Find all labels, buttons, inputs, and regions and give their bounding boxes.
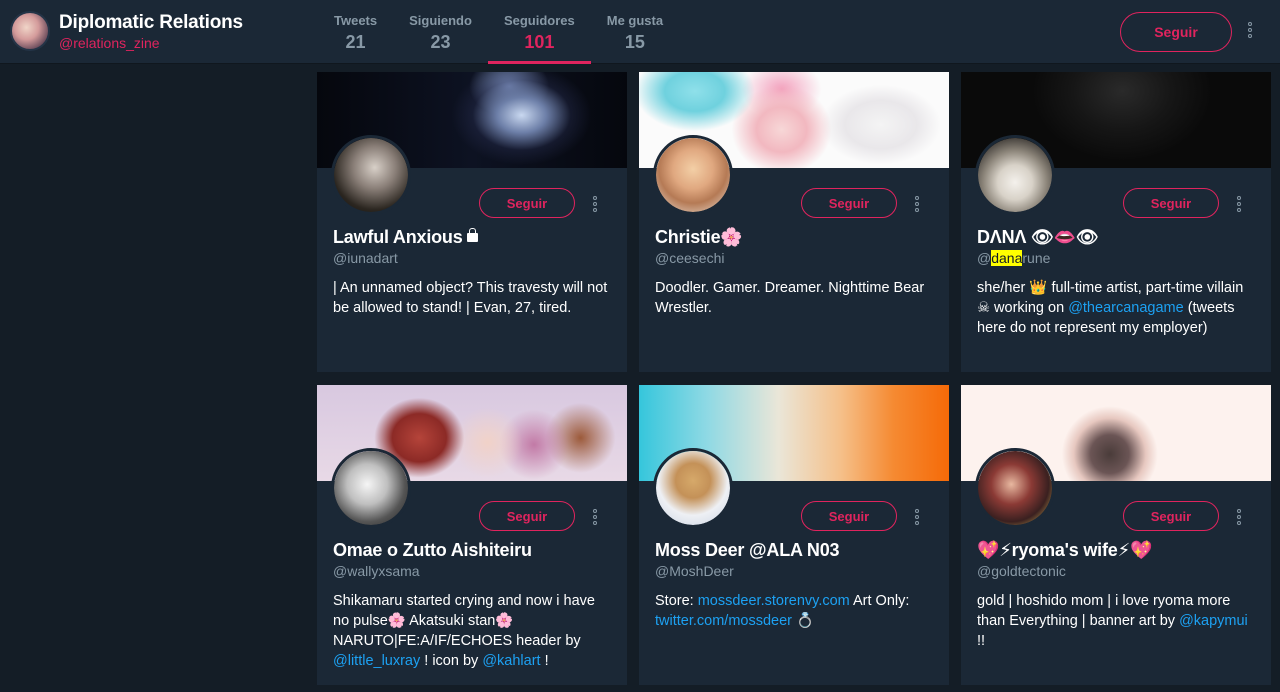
user-name[interactable]: Christie🌸 bbox=[655, 227, 743, 248]
nav-label: Tweets bbox=[334, 13, 378, 28]
crown-icon: 👑 bbox=[1029, 280, 1048, 296]
bio-link[interactable]: @thearcanagame bbox=[1068, 300, 1183, 316]
profile-avatar[interactable] bbox=[10, 11, 50, 51]
user-handle[interactable]: @iunadart bbox=[333, 250, 398, 266]
user-handle[interactable]: @MoshDeer bbox=[655, 563, 734, 579]
ring-icon: 💍 bbox=[796, 613, 815, 629]
nav-label: Me gusta bbox=[606, 13, 664, 28]
bio-text: she/her bbox=[977, 280, 1026, 296]
bio-link[interactable]: @kapymui bbox=[1179, 613, 1248, 629]
bio-text: ! icon by bbox=[424, 653, 479, 669]
lightning-heart-icon: ⚡💖 bbox=[1117, 540, 1153, 561]
nav-count: 21 bbox=[345, 32, 366, 52]
user-bio: she/her 👑 full-time artist, part-time vi… bbox=[977, 278, 1257, 338]
user-avatar[interactable] bbox=[975, 448, 1055, 528]
more-options-icon[interactable] bbox=[1237, 196, 1241, 212]
user-avatar[interactable] bbox=[331, 135, 411, 215]
bio-text: !! bbox=[977, 633, 986, 649]
user-name-text: ryoma's wife bbox=[1011, 540, 1118, 560]
nav-count: 15 bbox=[624, 32, 645, 52]
profile-header-bar: Diplomatic Relations @relations_zine Twe… bbox=[0, 0, 1280, 64]
profile-name[interactable]: Diplomatic Relations bbox=[59, 13, 243, 32]
more-options-icon[interactable] bbox=[1248, 22, 1252, 38]
user-avatar[interactable] bbox=[331, 448, 411, 528]
user-name-text: Christie bbox=[655, 227, 721, 247]
user-handle[interactable]: @ceesechi bbox=[655, 250, 724, 266]
bio-text: NARUTO|FE:A/IF/ECHOES header by bbox=[333, 633, 581, 649]
user-card[interactable]: Seguir Omae o Zutto Aishiteiru @wallyxsa… bbox=[317, 385, 627, 685]
nav-count: 23 bbox=[430, 32, 451, 52]
cherry-blossom-icon: 🌸 bbox=[720, 227, 743, 248]
user-name[interactable]: Omae o Zutto Aishiteiru bbox=[333, 540, 532, 561]
user-bio: Store: mossdeer.storenvy.com Art Only: t… bbox=[655, 591, 935, 631]
user-avatar[interactable] bbox=[653, 135, 733, 215]
handle-suffix: rune bbox=[1022, 250, 1051, 266]
user-card[interactable]: Seguir DΛNΛ 👁👄👁 @danarune she/her 👑 full… bbox=[961, 72, 1271, 372]
user-card[interactable]: Seguir Moss Deer @ALA N03 @MoshDeer Stor… bbox=[639, 385, 949, 685]
handle-prefix: @ bbox=[977, 250, 992, 266]
follow-button[interactable]: Seguir bbox=[1123, 188, 1219, 218]
more-options-icon[interactable] bbox=[593, 196, 597, 212]
user-handle[interactable]: @wallyxsama bbox=[333, 563, 420, 579]
user-handle[interactable]: @danarune bbox=[977, 250, 1050, 266]
bio-text: working on bbox=[994, 300, 1065, 316]
more-options-icon[interactable] bbox=[915, 196, 919, 212]
bio-link[interactable]: @little_luxray bbox=[333, 653, 420, 669]
skull-crossbones-icon: ☠ bbox=[977, 300, 990, 316]
bio-text: ! bbox=[544, 653, 549, 669]
follow-button[interactable]: Seguir bbox=[801, 188, 897, 218]
user-name-text: DΛNΛ bbox=[977, 227, 1027, 247]
follow-button[interactable]: Seguir bbox=[479, 501, 575, 531]
nav-following[interactable]: Siguiendo 23 bbox=[393, 0, 488, 64]
nav-count: 101 bbox=[524, 32, 555, 52]
user-card[interactable]: Seguir Christie🌸 @ceesechi Doodler. Game… bbox=[639, 72, 949, 372]
more-options-icon[interactable] bbox=[593, 509, 597, 525]
nav-tweets[interactable]: Tweets 21 bbox=[318, 0, 393, 64]
bio-link[interactable]: twitter.com/mossdeer bbox=[655, 613, 792, 629]
nav-label: Siguiendo bbox=[409, 13, 472, 28]
user-bio: gold | hoshido mom | i love ryoma more t… bbox=[977, 591, 1257, 651]
follow-button[interactable]: Seguir bbox=[1120, 12, 1232, 52]
user-avatar[interactable] bbox=[975, 135, 1055, 215]
profile-text: Diplomatic Relations @relations_zine bbox=[59, 13, 243, 50]
bio-text: Store: bbox=[655, 593, 694, 609]
user-name[interactable]: Moss Deer @ALA N03 bbox=[655, 540, 840, 561]
user-card[interactable]: Seguir Lawful Anxious @iunadart | An unn… bbox=[317, 72, 627, 372]
user-bio: Shikamaru started crying and now i have … bbox=[333, 591, 613, 671]
cherry-blossom-icon: 🌸 bbox=[495, 613, 514, 629]
bio-text: full-time artist, part-time villain bbox=[1051, 280, 1244, 296]
more-options-icon[interactable] bbox=[1237, 509, 1241, 525]
bio-text: Akatsuki stan bbox=[409, 613, 496, 629]
user-card[interactable]: Seguir 💖⚡ryoma's wife⚡💖 @goldtectonic go… bbox=[961, 385, 1271, 685]
follow-button[interactable]: Seguir bbox=[1123, 501, 1219, 531]
nav-likes[interactable]: Me gusta 15 bbox=[591, 0, 679, 64]
follow-button[interactable]: Seguir bbox=[479, 188, 575, 218]
user-name[interactable]: DΛNΛ 👁👄👁 bbox=[977, 227, 1099, 248]
user-name-text: Lawful Anxious bbox=[333, 227, 463, 247]
heart-lightning-icon: 💖⚡ bbox=[977, 540, 1012, 561]
user-bio: | An unnamed object? This travesty will … bbox=[333, 280, 608, 316]
more-options-icon[interactable] bbox=[915, 509, 919, 525]
profile-nav: Tweets 21 Siguiendo 23 Seguidores 101 Me… bbox=[318, 0, 679, 64]
bio-link[interactable]: mossdeer.storenvy.com bbox=[698, 593, 850, 609]
user-avatar[interactable] bbox=[653, 448, 733, 528]
eyes-lips-icon: 👁👄👁 bbox=[1031, 227, 1099, 248]
user-handle[interactable]: @goldtectonic bbox=[977, 563, 1066, 579]
nav-followers[interactable]: Seguidores 101 bbox=[487, 0, 591, 64]
search-highlight: dana bbox=[991, 250, 1023, 266]
follow-button[interactable]: Seguir bbox=[801, 501, 897, 531]
user-name[interactable]: 💖⚡ryoma's wife⚡💖 bbox=[977, 540, 1152, 561]
user-name[interactable]: Lawful Anxious bbox=[333, 227, 478, 248]
bio-text: Art Only: bbox=[853, 593, 910, 609]
profile-handle[interactable]: @relations_zine bbox=[59, 36, 243, 50]
bio-link[interactable]: @kahlart bbox=[482, 653, 540, 669]
lock-icon bbox=[466, 228, 478, 242]
profile-block[interactable]: Diplomatic Relations @relations_zine bbox=[10, 11, 243, 51]
user-bio: Doodler. Gamer. Dreamer. Nighttime Bear … bbox=[655, 280, 925, 316]
nav-label: Seguidores bbox=[503, 13, 575, 28]
cherry-blossom-icon: 🌸 bbox=[387, 613, 406, 629]
